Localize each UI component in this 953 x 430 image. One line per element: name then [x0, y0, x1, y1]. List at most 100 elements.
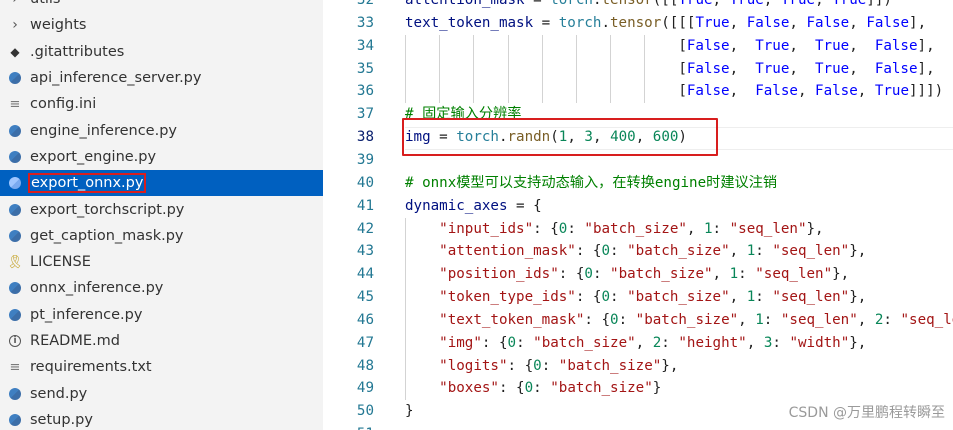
python-icon: [8, 150, 22, 164]
code-line[interactable]: "token_type_ids": {0: "batch_size", 1: "…: [405, 286, 866, 309]
line-number: 41: [356, 197, 374, 214]
python-icon: [8, 124, 22, 138]
python-icon: [8, 229, 22, 243]
watermark: CSDN @万里鹏程转瞬至: [788, 405, 945, 421]
indent-guide: [405, 217, 406, 401]
file-item-label: pt_inference.py: [30, 306, 143, 323]
indent-guide: [473, 34, 475, 104]
python-icon: [8, 281, 22, 295]
line-number: 39: [356, 151, 374, 168]
explorer-sidebar: › utils › weights ◆ .gitattributes api_inferen…: [0, 0, 323, 430]
line-number: 51: [323, 423, 374, 430]
annotation-box-line-38: [402, 118, 718, 156]
python-icon: [8, 203, 22, 217]
chevron-right-icon: ›: [12, 17, 18, 34]
file-item-label: setup.py: [30, 411, 93, 428]
python-icon: [8, 308, 22, 322]
file-item-label: engine_inference.py: [30, 122, 177, 139]
info-icon: i: [8, 334, 22, 348]
file-item[interactable]: engine_inference.py: [0, 117, 323, 143]
code-line[interactable]: attention_mask = torch.tensor([[True, Tr…: [405, 0, 892, 12]
file-item-label: onnx_inference.py: [30, 280, 164, 297]
file-item[interactable]: export_torchscript.py: [0, 196, 323, 222]
file-item[interactable]: pt_inference.py: [0, 302, 323, 328]
line-number-gutter: 32 33 34 35 36 37 38 39 40 41 42 43 44 45 46 47 48 49 50 51: [323, 0, 374, 430]
line-number: 42: [356, 220, 374, 237]
code-line[interactable]: "input_ids": {0: "batch_size", 1: "seq_l…: [405, 218, 823, 241]
line-number: 43: [356, 243, 374, 260]
line-number: 37: [356, 106, 374, 123]
line-number: 45: [356, 289, 374, 306]
line-number: 47: [356, 334, 374, 351]
git-icon: ◆: [10, 44, 20, 59]
code-line[interactable]: # onnx模型可以支持动态输入，在转换engine时建议注销: [405, 172, 777, 195]
file-item[interactable]: api_inference_server.py: [0, 65, 323, 91]
indent-guide: [439, 34, 441, 104]
line-number: 34: [356, 37, 374, 54]
code-line[interactable]: [False, True, True, False],: [405, 35, 934, 58]
file-item-label: get_caption_mask.py: [30, 227, 184, 244]
python-icon: [8, 176, 22, 190]
indent-guide: [507, 34, 509, 104]
indent-guide: [405, 34, 406, 104]
file-item-label: api_inference_server.py: [30, 70, 202, 87]
file-item-label: export_onnx.py: [27, 173, 147, 194]
file-item[interactable]: › weights: [0, 12, 323, 38]
line-number: 32: [356, 0, 374, 8]
code-line[interactable]: [False, True, True, False],: [405, 58, 934, 81]
file-item[interactable]: send.py: [0, 380, 323, 406]
file-item-label: export_engine.py: [30, 148, 157, 165]
file-item-label: export_torchscript.py: [30, 201, 185, 218]
file-item-label: weights: [30, 17, 87, 34]
indent-guide: [644, 34, 646, 104]
code-line[interactable]: }: [405, 400, 414, 423]
line-number: 40: [356, 174, 374, 191]
line-number: 35: [356, 60, 374, 77]
license-icon: 🎗: [6, 254, 24, 270]
file-item-label: config.ini: [30, 96, 97, 113]
file-item[interactable]: i README.md: [0, 328, 323, 354]
line-number: 44: [356, 266, 374, 283]
code-line[interactable]: "position_ids": {0: "batch_size", 1: "se…: [405, 263, 849, 286]
file-item[interactable]: export_engine.py: [0, 144, 323, 170]
line-number: 49: [356, 380, 374, 397]
lines-icon: ≡: [9, 96, 21, 112]
code-line[interactable]: dynamic_axes = {: [405, 195, 542, 218]
python-icon: [8, 71, 22, 85]
line-number: 38: [356, 129, 374, 146]
code-line[interactable]: "attention_mask": {0: "batch_size", 1: "…: [405, 240, 866, 263]
line-number: 33: [356, 14, 374, 31]
lines-icon: ≡: [9, 359, 21, 375]
file-item-label: utils: [30, 0, 61, 7]
file-item[interactable]: export_onnx.py: [0, 170, 323, 197]
file-item[interactable]: get_caption_mask.py: [0, 223, 323, 249]
line-number: 46: [356, 311, 374, 328]
file-item[interactable]: ≡ config.ini: [0, 91, 323, 117]
file-item[interactable]: 🎗 LICENSE: [0, 249, 323, 275]
code-line[interactable]: "boxes": {0: "batch_size"}: [405, 377, 661, 400]
python-icon: [8, 387, 22, 401]
code-line[interactable]: [False, False, False, True]]]): [405, 80, 943, 103]
file-item-label: LICENSE: [30, 254, 91, 271]
code-area[interactable]: attention_mask = torch.tensor([[True, Tr…: [405, 0, 953, 430]
code-line[interactable]: "text_token_mask": {0: "batch_size", 1: …: [405, 309, 953, 332]
file-item[interactable]: ≡ requirements.txt: [0, 354, 323, 380]
file-item-label: requirements.txt: [30, 359, 152, 376]
line-number: 50: [356, 403, 374, 420]
file-item[interactable]: › utils: [0, 0, 323, 12]
file-item[interactable]: onnx_inference.py: [0, 275, 323, 301]
indent-guide: [610, 34, 612, 104]
python-icon: [8, 413, 22, 427]
line-number: 48: [356, 357, 374, 374]
code-editor[interactable]: 32 33 34 35 36 37 38 39 40 41 42 43 44 45 46 47 48 49 50 51…: [323, 0, 953, 430]
code-line[interactable]: text_token_mask = torch.tensor([[[True, …: [405, 12, 926, 35]
code-line[interactable]: "img": {0: "batch_size", 2: "height", 3:…: [405, 332, 866, 355]
file-item[interactable]: setup.py: [0, 407, 323, 430]
indent-guide: [576, 34, 577, 104]
file-tree: › utils › weights ◆ .gitattributes api_inferen…: [0, 0, 323, 430]
code-line[interactable]: "logits": {0: "batch_size"},: [405, 355, 678, 378]
file-item[interactable]: ◆ .gitattributes: [0, 39, 323, 65]
file-item-label: send.py: [30, 385, 88, 402]
chevron-right-icon: ›: [8, 0, 22, 7]
indent-guide: [541, 34, 543, 104]
